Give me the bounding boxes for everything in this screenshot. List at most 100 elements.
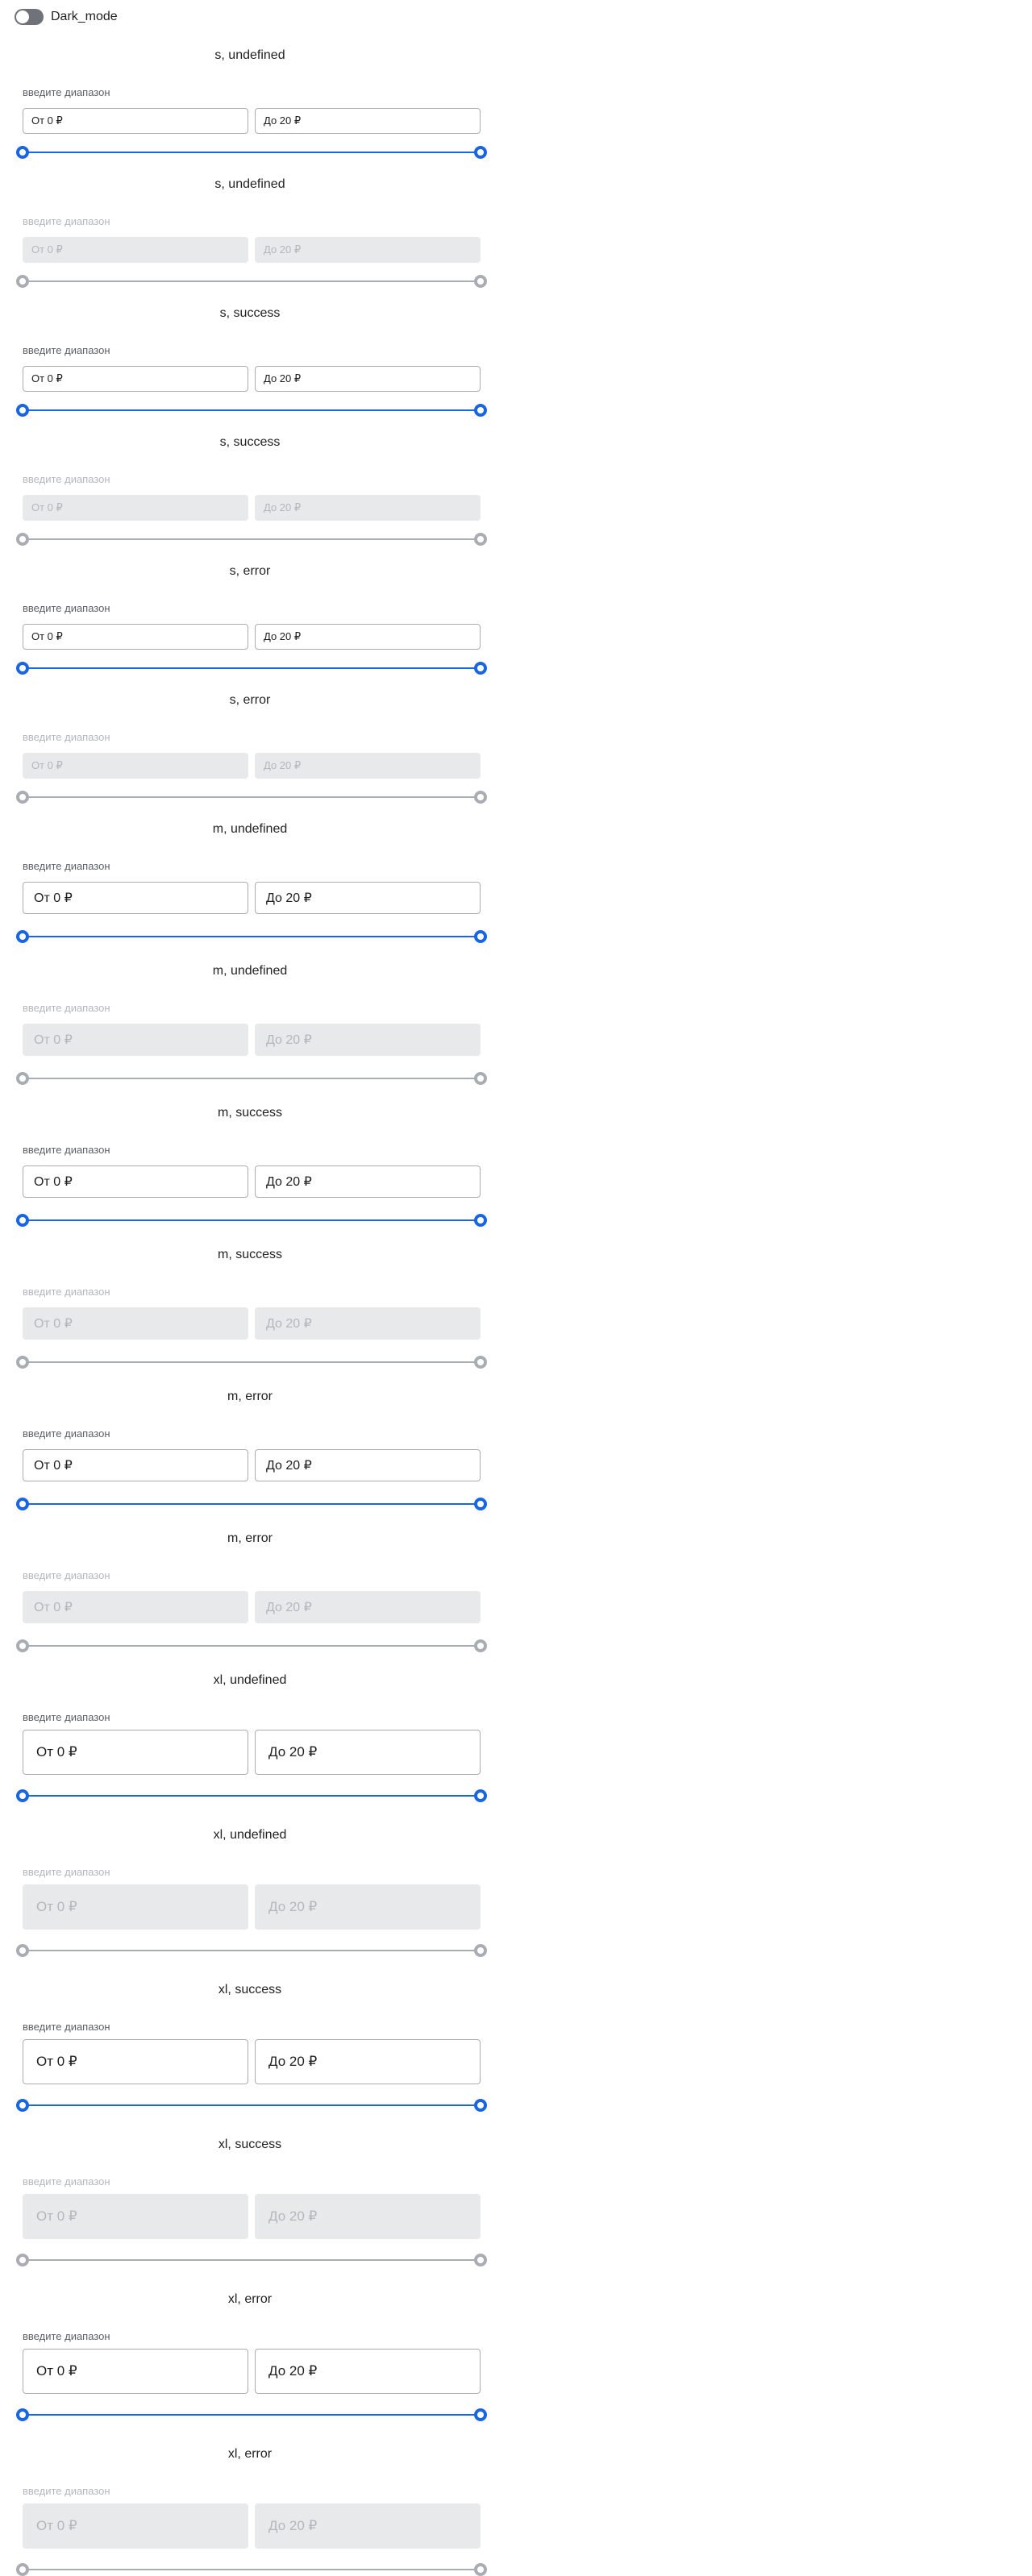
range-label: введите диапазон (23, 2485, 110, 2497)
range-from-input[interactable]: От 0 ₽ (23, 1165, 248, 1198)
section-title: xl, undefined (213, 1828, 287, 1842)
slider-thumb-min[interactable] (16, 2099, 29, 2112)
slider-thumb-max (474, 1944, 487, 1957)
range-to-input[interactable]: До 20 ₽ (255, 1730, 481, 1775)
section-title: m, success (217, 1248, 282, 1261)
section-title: m, undefined (212, 964, 288, 978)
slider-thumb-min[interactable] (16, 146, 29, 159)
range-to-input[interactable]: До 20 ₽ (255, 108, 481, 134)
section-title: m, error (227, 1531, 273, 1545)
range-to-input[interactable]: До 20 ₽ (255, 624, 481, 650)
slider-track (23, 1078, 481, 1079)
slider-thumb-max[interactable] (474, 146, 487, 159)
slider-thumb-max[interactable] (474, 404, 487, 417)
range-label: введите диапазон (23, 215, 110, 227)
range-to-input[interactable]: До 20 ₽ (255, 882, 481, 914)
slider-track[interactable] (23, 2104, 481, 2106)
slider-thumb-max (474, 2254, 487, 2266)
slider-track[interactable] (23, 2414, 481, 2416)
range-from-input[interactable]: От 0 ₽ (23, 1449, 248, 1481)
slider-track (23, 538, 481, 540)
range-from-input[interactable]: От 0 ₽ (23, 2349, 248, 2394)
range-from-input: От 0 ₽ (23, 1884, 248, 1930)
slider-thumb-min (16, 2254, 29, 2266)
slider-track[interactable] (23, 936, 481, 937)
range-from-input: От 0 ₽ (23, 1307, 248, 1340)
range-from-input[interactable]: От 0 ₽ (23, 882, 248, 914)
range-from-input[interactable]: От 0 ₽ (23, 1730, 248, 1775)
slider-thumb-min[interactable] (16, 2408, 29, 2421)
section-title: xl, error (227, 2292, 273, 2306)
slider-thumb-max (474, 533, 487, 546)
range-from-input: От 0 ₽ (23, 753, 248, 779)
range-label: введите диапазон (23, 344, 110, 356)
slider-thumb-max[interactable] (474, 930, 487, 943)
section-title: s, undefined (214, 177, 285, 191)
slider-track[interactable] (23, 1219, 481, 1221)
range-label: введите диапазон (23, 2175, 110, 2188)
slider-thumb-max (474, 1356, 487, 1369)
range-from-input: От 0 ₽ (23, 495, 248, 521)
slider-thumb-min[interactable] (16, 404, 29, 417)
section-title: m, error (227, 1390, 273, 1403)
slider-thumb-min[interactable] (16, 1498, 29, 1510)
dark-mode-switch[interactable] (15, 9, 44, 25)
range-label: введите диапазон (23, 1144, 110, 1156)
slider-track[interactable] (23, 1795, 481, 1797)
range-from-input[interactable]: От 0 ₽ (23, 366, 248, 392)
slider-track (23, 280, 481, 282)
slider-thumb-max[interactable] (474, 2408, 487, 2421)
range-to-input[interactable]: До 20 ₽ (255, 1449, 481, 1481)
slider-thumb-min (16, 1944, 29, 1957)
section-title: s, success (219, 435, 281, 449)
slider-thumb-max (474, 1639, 487, 1652)
slider-thumb-max[interactable] (474, 2099, 487, 2112)
slider-track[interactable] (23, 409, 481, 411)
range-to-input[interactable]: До 20 ₽ (255, 2039, 481, 2084)
slider-thumb-min[interactable] (16, 1789, 29, 1802)
slider-track (23, 1950, 481, 1951)
slider-thumb-max[interactable] (474, 1498, 487, 1510)
slider-thumb-max[interactable] (474, 1214, 487, 1227)
range-to-input[interactable]: До 20 ₽ (255, 366, 481, 392)
slider-track[interactable] (23, 1503, 481, 1505)
range-to-input: До 20 ₽ (255, 2194, 481, 2239)
slider-track[interactable] (23, 152, 481, 153)
range-from-input[interactable]: От 0 ₽ (23, 2039, 248, 2084)
slider-thumb-min[interactable] (16, 1214, 29, 1227)
slider-track[interactable] (23, 667, 481, 669)
slider-thumb-min[interactable] (16, 662, 29, 675)
slider-thumb-max[interactable] (474, 1789, 487, 1802)
range-from-input: От 0 ₽ (23, 237, 248, 263)
slider-thumb-min (16, 275, 29, 288)
range-to-input: До 20 ₽ (255, 237, 481, 263)
range-from-input: От 0 ₽ (23, 2503, 248, 2549)
range-to-input: До 20 ₽ (255, 753, 481, 779)
slider-thumb-max[interactable] (474, 662, 487, 675)
range-to-input: До 20 ₽ (255, 1307, 481, 1340)
slider-track (23, 2569, 481, 2570)
slider-thumb-max (474, 275, 487, 288)
range-label: введите диапазон (23, 86, 110, 98)
range-from-input[interactable]: От 0 ₽ (23, 108, 248, 134)
range-label: введите диапазон (23, 473, 110, 485)
slider-thumb-min (16, 2563, 29, 2576)
dark-mode-label: Dark_mode (51, 10, 118, 23)
slider-track (23, 1361, 481, 1363)
section-title: s, error (229, 564, 271, 578)
slider-thumb-min[interactable] (16, 930, 29, 943)
section-title: m, success (217, 1106, 282, 1120)
range-label: введите диапазон (23, 860, 110, 872)
range-to-input[interactable]: До 20 ₽ (255, 2349, 481, 2394)
range-label: введите диапазон (23, 731, 110, 743)
range-from-input: От 0 ₽ (23, 2194, 248, 2239)
range-label: введите диапазон (23, 1866, 110, 1878)
range-from-input[interactable]: От 0 ₽ (23, 624, 248, 650)
slider-thumb-max (474, 2563, 487, 2576)
range-to-input[interactable]: До 20 ₽ (255, 1165, 481, 1198)
section-title: s, success (219, 306, 281, 320)
slider-thumb-max (474, 791, 487, 804)
section-title: xl, success (218, 1983, 282, 1996)
range-from-input: От 0 ₽ (23, 1024, 248, 1056)
slider-thumb-min (16, 791, 29, 804)
